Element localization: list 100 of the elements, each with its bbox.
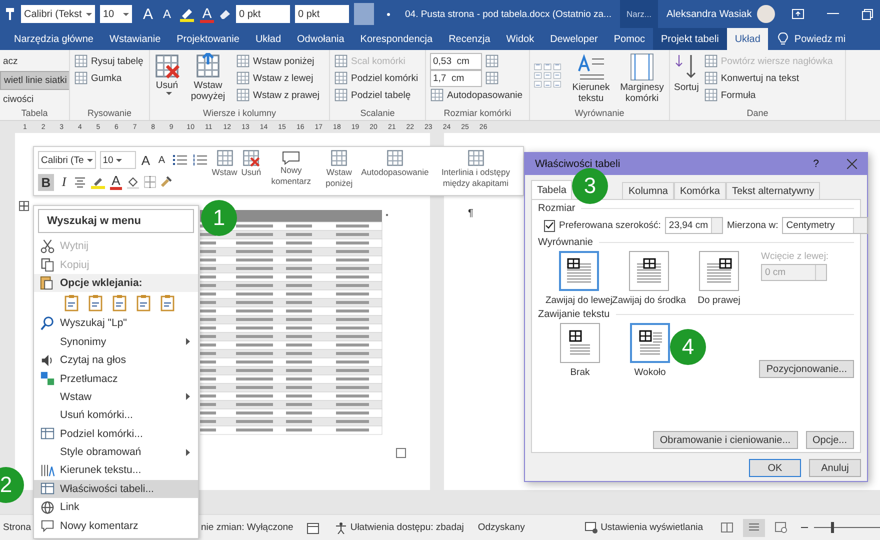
ribbon-display-icon[interactable]	[792, 9, 804, 19]
page-status[interactable]: Strona	[3, 522, 31, 533]
checkbox[interactable]	[544, 220, 555, 232]
dialog-tab[interactable]: Tekst alternatywny	[726, 182, 820, 199]
wrapping-option[interactable]	[630, 323, 670, 363]
display-settings-button[interactable]: Ustawienia wyświetlania	[600, 522, 703, 533]
zoom-slider-thumb[interactable]	[830, 522, 834, 533]
highlighter-icon[interactable]	[179, 6, 195, 22]
menu-item[interactable]: Nowy komentarz	[34, 516, 198, 535]
user-name[interactable]: Aleksandra Wasiak	[666, 8, 752, 20]
ribbon-button[interactable]: Gumka	[74, 70, 122, 86]
shrink-font-button[interactable]: A	[160, 7, 174, 21]
paint-bucket-icon[interactable]	[126, 175, 140, 190]
align-center-icon[interactable]	[74, 176, 86, 188]
restore-icon[interactable]	[862, 8, 873, 20]
web-layout-icon[interactable]	[775, 522, 787, 533]
format-painter-icon[interactable]	[160, 176, 172, 188]
track-changes-status[interactable]: nie zmian: Wyłączone	[201, 522, 294, 533]
ribbon-tab[interactable]: Układ	[726, 28, 768, 50]
spacing-field[interactable]: 0 pkt	[236, 5, 290, 23]
font-combo[interactable]: Calibri (Tekst	[21, 5, 95, 23]
eraser-icon[interactable]	[219, 8, 231, 20]
alignment-option[interactable]	[559, 251, 599, 291]
move-handle-icon[interactable]	[19, 201, 29, 211]
ribbon-button[interactable]: Formuła	[704, 87, 833, 103]
ribbon-tab[interactable]: Narzędzia główne	[6, 28, 102, 50]
ribbon-tab[interactable]: Układ	[247, 28, 290, 50]
dialog-tab[interactable]: Tabela	[531, 180, 572, 199]
dialog-tab[interactable]: Komórka	[674, 182, 726, 199]
clipboard-icon[interactable]	[88, 294, 104, 312]
menu-item[interactable]: Właściwości tabeli...	[34, 480, 198, 498]
alignment-option[interactable]	[629, 251, 669, 291]
cancel-button[interactable]: Anuluj	[809, 459, 861, 477]
insert-above-button[interactable]: Wstaw powyżej	[185, 53, 231, 102]
ribbon-button[interactable]: Wstaw z prawej	[236, 87, 320, 103]
avatar[interactable]	[756, 5, 775, 23]
zoom-slider[interactable]	[814, 522, 880, 533]
ribbon-tab[interactable]: Recenzja	[440, 28, 498, 50]
ok-button[interactable]: OK	[749, 459, 801, 477]
ribbon-button[interactable]: acz	[0, 53, 21, 70]
font-color-button[interactable]: A	[200, 6, 214, 22]
font-size-combo[interactable]: 10	[100, 151, 136, 170]
options-button[interactable]: Opcje...	[806, 431, 854, 449]
accessibility-icon[interactable]	[335, 522, 348, 534]
calendar-icon[interactable]	[307, 522, 320, 534]
ribbon-button[interactable]: Podziel komórki	[334, 70, 418, 86]
menu-item[interactable]: Podziel komórki...	[34, 424, 198, 443]
menu-item[interactable]: Usuń komórki...	[34, 406, 198, 425]
close-icon[interactable]	[847, 159, 857, 169]
font-combo[interactable]: Calibri (Te	[38, 151, 96, 170]
wrapping-option[interactable]	[560, 323, 600, 363]
menu-item[interactable]: Link	[34, 498, 198, 516]
shrink-font-button[interactable]: A	[156, 154, 168, 166]
ribbon-tab[interactable]: Korespondencja	[352, 28, 441, 50]
menu-item[interactable]: Style obramowań	[34, 442, 198, 462]
positioning-button[interactable]: Pozycjonowanie...	[759, 360, 854, 378]
numbered-list-icon[interactable]	[192, 154, 208, 166]
display-settings-icon[interactable]	[584, 522, 598, 534]
width-field[interactable]: 23,94 cm	[664, 217, 723, 234]
delete-button[interactable]: Usuń	[154, 53, 180, 95]
menu-item[interactable]: Kierunek tekstu...	[34, 461, 198, 480]
menu-item[interactable]: Czytaj na głos	[34, 350, 198, 370]
bold-button[interactable]: B	[38, 174, 54, 191]
tell-me-link[interactable]: Powiedz mi	[794, 34, 846, 44]
dialog-tab[interactable]: Kolumna	[622, 182, 674, 199]
ribbon-button[interactable]: Wstaw poniżej	[236, 53, 320, 69]
text-direction-button[interactable]: Kierunek tekstu	[568, 53, 614, 104]
spacing-field[interactable]: 0 pkt	[295, 5, 349, 23]
toolbar-button[interactable]: Wstaw poniżej	[321, 149, 358, 193]
ribbon-button[interactable]: wietl linie siatki	[0, 71, 69, 90]
ribbon-tab[interactable]: Pomoc	[606, 28, 654, 50]
sort-button[interactable]: Sortuj	[674, 53, 699, 93]
toolbar-button[interactable]: Usuń	[241, 149, 262, 193]
bullet-list-icon[interactable]	[172, 154, 188, 166]
lightbulb-icon[interactable]	[778, 32, 788, 46]
menu-item[interactable]: Przetłumacz	[34, 369, 198, 388]
ribbon-tab[interactable]: Widok	[498, 28, 542, 50]
autofit-button[interactable]: Autodopasowanie	[430, 87, 529, 103]
ribbon-tab[interactable]: Odwołania	[289, 28, 352, 50]
grow-font-button[interactable]: A	[141, 6, 155, 22]
menu-item[interactable]: Synonimy	[34, 332, 198, 351]
italic-button[interactable]: I	[58, 174, 70, 190]
font-color-button[interactable]: A	[110, 174, 122, 190]
alignment-option[interactable]	[699, 251, 739, 291]
toolbar-button[interactable]: Autodopasowanie	[361, 149, 429, 193]
minimize-icon[interactable]	[826, 13, 839, 15]
clipboard-icon[interactable]	[136, 294, 152, 312]
menu-search-field[interactable]: Wyszukaj w menu	[38, 209, 194, 233]
ribbon-tab[interactable]: Wstawianie	[102, 28, 169, 50]
menu-item[interactable]: Wstaw	[34, 388, 198, 406]
ribbon-tab[interactable]: Deweloper	[542, 28, 606, 50]
ribbon-button[interactable]: ciwości	[0, 91, 37, 108]
ribbon-button[interactable]: Wstaw z lewej	[236, 70, 320, 86]
ribbon-button[interactable]: Rysuj tabelę	[74, 53, 144, 69]
cell-margins-button[interactable]: Marginesy komórki	[619, 53, 665, 104]
unit-dropdown[interactable]: Centymetry	[782, 217, 868, 234]
clipboard-icon[interactable]	[64, 294, 80, 312]
print-layout-icon[interactable]	[743, 518, 765, 536]
resize-handle-icon[interactable]	[396, 448, 406, 458]
borders-shading-button[interactable]: Obramowanie i cieniowanie...	[652, 431, 798, 449]
